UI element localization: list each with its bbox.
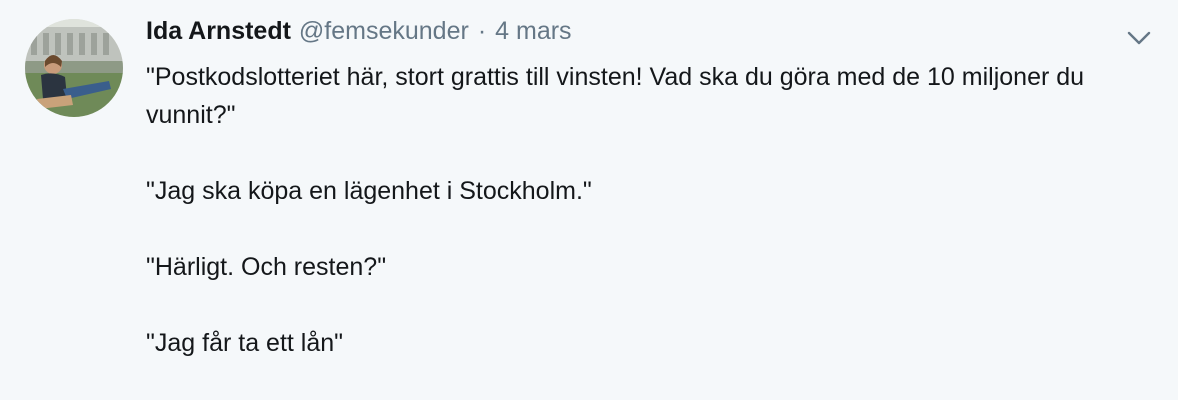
profile-photo-icon <box>25 19 123 117</box>
tweet-date[interactable]: 4 mars <box>495 17 571 46</box>
avatar[interactable] <box>25 19 123 117</box>
tweet-menu-button[interactable] <box>1124 26 1154 50</box>
tweet-paragraph: "Härligt. Och resten?" <box>146 253 387 281</box>
tweet-paragraph: "Jag får ta ett lån" <box>146 329 344 357</box>
tweet-text: "Postkodslotteriet här, stort grattis ti… <box>146 58 1106 362</box>
tweet-paragraph: "Jag ska köpa en lägenhet i Stockholm." <box>146 177 592 205</box>
tweet-header: Ida Arnstedt @femsekunder · 4 mars <box>146 17 572 49</box>
author-handle[interactable]: @femsekunder <box>299 17 469 46</box>
author-name[interactable]: Ida Arnstedt <box>146 17 291 46</box>
tweet: Ida Arnstedt @femsekunder · 4 mars "Post… <box>0 0 1178 400</box>
chevron-down-icon <box>1127 31 1151 45</box>
tweet-paragraph: "Postkodslotteriet här, stort grattis ti… <box>146 63 1085 129</box>
separator-dot: · <box>477 17 487 45</box>
